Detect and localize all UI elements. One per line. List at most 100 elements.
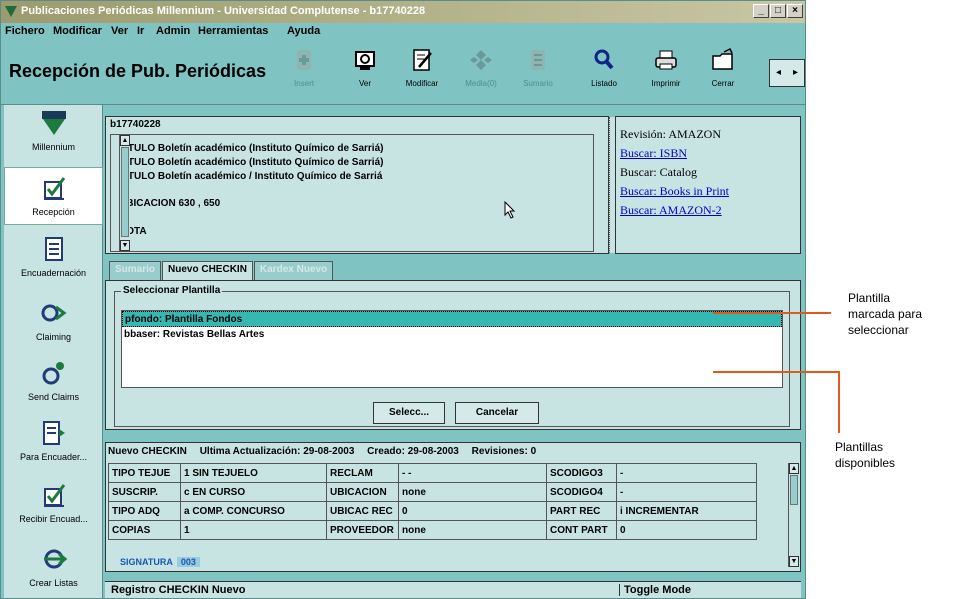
sidebar-item-claiming[interactable]: Claiming [4, 299, 103, 342]
menu-ayuda[interactable]: Ayuda [287, 25, 320, 37]
last-updated: Ultima Actualización: 29-08-2003 [199, 446, 355, 457]
select-button[interactable]: Selecc... [373, 402, 445, 424]
bib-scrollbar[interactable]: ▲ ▼ [119, 135, 130, 251]
folder-close-icon [712, 47, 733, 70]
sidebar-item-recepcion[interactable]: Recepción [4, 167, 103, 225]
field-value[interactable]: - [616, 482, 757, 502]
media-button[interactable]: Media(0) [456, 47, 506, 88]
checkin-fields-table: TIPO TEJUE 1 SIN TEJUELO RECLAM - - SCOD… [108, 463, 757, 540]
menu-ver[interactable]: Ver [111, 25, 128, 37]
scroll-left-button[interactable]: ◂ [770, 60, 787, 86]
field-label: RECLAM [326, 463, 399, 483]
bib-line: TÍTULO Boletín académico (Instituto Quím… [119, 143, 384, 154]
insert-icon [297, 50, 311, 70]
bib-record-panel: b17740228 TÍTULO Boletín académico (Inst… [105, 116, 609, 254]
menu-modificar[interactable]: Modificar [53, 25, 102, 37]
close-button[interactable]: × [787, 4, 803, 18]
field-value[interactable]: i INCREMENTAR [616, 501, 757, 521]
catalog-text: Buscar: Catalog [620, 165, 697, 179]
revision-text: Revisión: AMAZON [620, 127, 722, 141]
group-label: Seleccionar Plantilla [121, 285, 223, 296]
field-label: SCODIGO3 [546, 463, 617, 483]
cancel-button[interactable]: Cancelar [455, 402, 539, 424]
field-value[interactable]: - - [398, 463, 547, 483]
checkin-record: Nuevo CHECKIN Ultima Actualización: 29-0… [105, 442, 801, 572]
create-lists-icon [43, 549, 67, 569]
sidebar-item-crear-listas[interactable]: Crear Listas [4, 545, 103, 588]
signature-field: SIGNATURA 003 [120, 557, 200, 567]
scroll-right-button[interactable]: ▸ [787, 60, 804, 86]
field-label: UBICACION [326, 482, 399, 502]
tab-sumario[interactable]: Sumario [109, 261, 162, 280]
field-value[interactable]: - [616, 463, 757, 483]
sidebar-item-encuadernacion[interactable]: Encuadernación [4, 235, 103, 278]
bib-line: UBICACION 630 , 650 [119, 198, 221, 209]
close-record-button[interactable]: Cerrar [698, 47, 748, 88]
field-value[interactable]: 0 [398, 501, 547, 521]
title-bar: Publicaciones Periódicas Millennium - Un… [1, 1, 805, 23]
field-value[interactable]: none [398, 520, 547, 540]
insert-button[interactable]: Insert [279, 47, 329, 88]
field-label: UBICAC REC [326, 501, 399, 521]
splitter[interactable] [609, 117, 615, 253]
template-panel: Seleccionar Plantilla pfondo: Plantilla … [105, 280, 801, 430]
view-button[interactable]: Ver [340, 47, 390, 88]
sidebar-item-millennium[interactable]: Millennium [4, 109, 103, 152]
signature-value[interactable]: 003 [176, 557, 200, 567]
table-row: TIPO ADQ a COMP. CONCURSO UBICAC REC 0 P… [108, 501, 757, 521]
bib-record-lines: TÍTULO Boletín académico (Instituto Quím… [110, 134, 594, 252]
tab-nuevo-checkin[interactable]: Nuevo CHECKIN [162, 261, 253, 280]
field-value[interactable]: c EN CURSO [180, 482, 327, 502]
print-button[interactable]: Imprimir [641, 47, 691, 88]
table-row: COPIAS 1 PROVEEDOR none CONT PART 0 [108, 520, 757, 540]
table-row: TIPO TEJUE 1 SIN TEJUELO RECLAM - - SCOD… [108, 463, 757, 483]
checkin-scrollbar[interactable]: ▲ ▼ [788, 463, 799, 567]
field-value[interactable]: 0 [616, 520, 757, 540]
receive-binding-icon [43, 484, 65, 507]
app-logo-icon [5, 6, 17, 17]
summary-button[interactable]: Sumario [513, 47, 563, 88]
sidebar-item-send-claims[interactable]: Send Claims [4, 359, 103, 402]
sidebar-item-recibir-encuad[interactable]: Recibir Encuad... [4, 481, 103, 524]
template-item-selected[interactable]: pfondo: Plantilla Fondos [122, 311, 782, 327]
maximize-button[interactable]: □ [770, 4, 786, 18]
field-label: PROVEEDOR [326, 520, 399, 540]
page-title: Recepción de Pub. Periódicas [9, 61, 267, 81]
link-amazon[interactable]: Buscar: AMAZON-2 [620, 203, 722, 217]
field-value[interactable]: none [398, 482, 547, 502]
annotation-line-available [713, 371, 840, 373]
tab-kardex-nuevo[interactable]: Kardex Nuevo [253, 261, 334, 280]
status-bar: Registro CHECKIN Nuevo Toggle Mode [105, 581, 801, 598]
field-label: PART REC [546, 501, 617, 521]
edit-button[interactable]: Modificar [397, 47, 447, 88]
edit-icon [413, 49, 432, 71]
scroll-thumb[interactable] [790, 475, 798, 505]
field-label: COPIAS [108, 520, 181, 540]
link-buscar-isbn[interactable]: Buscar: ISBN [620, 146, 687, 160]
template-item[interactable]: bbaser: Revistas Bellas Artes [122, 327, 782, 343]
scroll-up-button[interactable]: ▲ [120, 135, 130, 146]
menu-ir[interactable]: Ir [137, 25, 144, 37]
scroll-down-button[interactable]: ▼ [120, 240, 130, 251]
menu-admin[interactable]: Admin [156, 25, 190, 37]
revisions-count: Revisiones: 0 [471, 446, 537, 457]
link-books-in-print[interactable]: Buscar: Books in Print [620, 184, 729, 198]
toggle-mode[interactable]: Toggle Mode [619, 584, 691, 596]
menu-fichero[interactable]: Fichero [5, 25, 45, 37]
menu-herramientas[interactable]: Herramientas [198, 25, 268, 37]
mouse-pointer-icon [504, 201, 516, 219]
field-label: TIPO ADQ [108, 501, 181, 521]
annotation-available: Plantillas disponibles [835, 440, 896, 470]
field-value[interactable]: 1 SIN TEJUELO [180, 463, 327, 483]
scroll-down-button[interactable]: ▼ [789, 556, 799, 567]
minimize-button[interactable]: _ [753, 4, 769, 18]
checkin-icon [43, 177, 65, 200]
list-button[interactable]: Listado [579, 47, 629, 88]
scroll-up-button[interactable]: ▲ [789, 463, 799, 474]
annotation-line-available-vertical [838, 371, 840, 433]
scroll-thumb[interactable] [121, 147, 129, 237]
field-value[interactable]: 1 [180, 520, 327, 540]
field-value[interactable]: a COMP. CONCURSO [180, 501, 327, 521]
sidebar-item-para-encuader[interactable]: Para Encuader... [4, 419, 103, 462]
checkin-header: Nuevo CHECKIN Ultima Actualización: 29-0… [108, 446, 546, 457]
